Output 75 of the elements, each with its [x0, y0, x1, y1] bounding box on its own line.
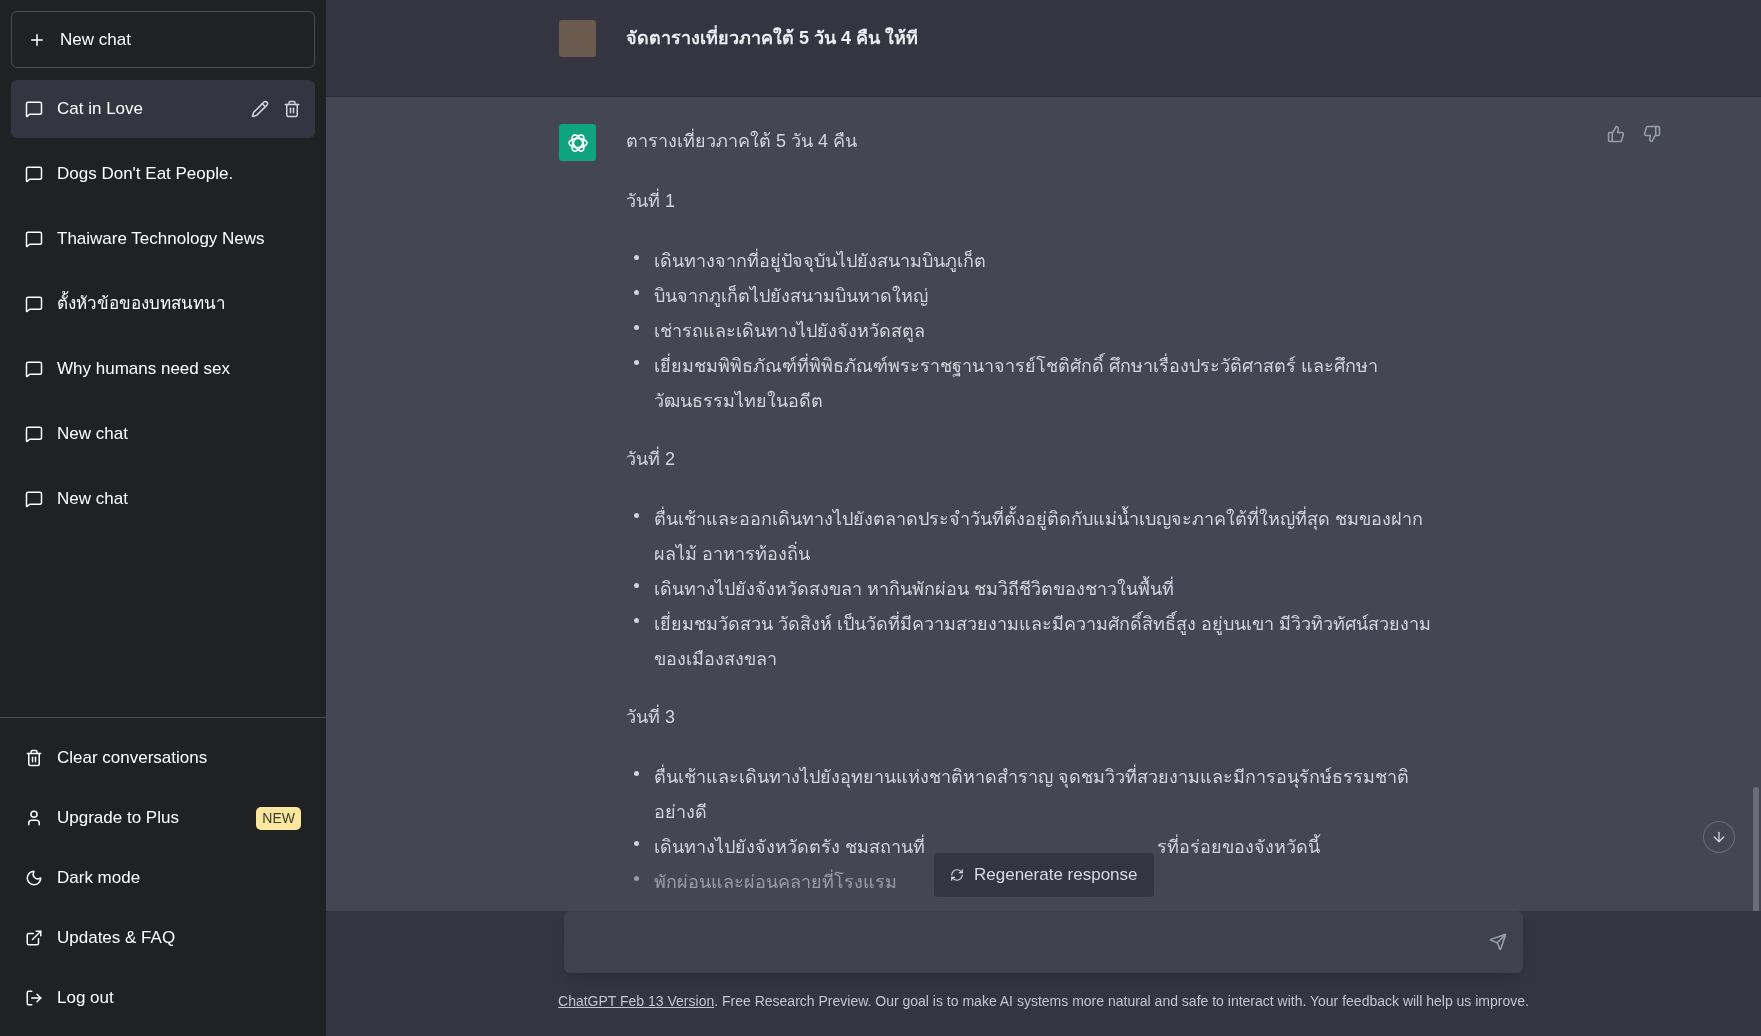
- conversation-item[interactable]: Cat in Love: [11, 80, 315, 138]
- day-heading: วันที่ 3: [626, 700, 1434, 735]
- list-item-text: เดินทางไปยังจังหวัดตรัง ชมสถานที่: [654, 830, 925, 865]
- trash-icon: [25, 749, 43, 767]
- sidebar-menu-item[interactable]: Clear conversations: [11, 728, 315, 788]
- bullet-icon: [634, 583, 639, 588]
- sidebar-menu-item[interactable]: Dark mode: [11, 848, 315, 908]
- menu-label: Clear conversations: [57, 747, 209, 770]
- chat-bubble-icon: [25, 165, 43, 183]
- conversation-item[interactable]: Dogs Don't Eat People.: [11, 145, 315, 203]
- menu-label: Dark mode: [57, 867, 142, 890]
- list-item-text: ตื่นเช้าและออกเดินทางไปยังตลาดประจำวันที่ตั้งอยู่ติดกับแม่น้ำเบญจะภาคใต้ที่ใหญ่ที่สุด ชมของฝาก ผลไม้ อาหารท้องถิ่น: [654, 502, 1434, 572]
- send-icon[interactable]: [1489, 933, 1507, 951]
- edit-icon[interactable]: [251, 100, 269, 118]
- bullet-icon: [634, 513, 639, 518]
- list-item-text: พักผ่อนและผ่อนคลายที่โรงแรม: [654, 865, 897, 900]
- menu-label: Upgrade to Plus: [57, 807, 180, 830]
- conversation-item[interactable]: ตั้งหัวข้อของบทสนทนา: [11, 275, 315, 333]
- day-heading: วันที่ 2: [626, 442, 1434, 477]
- bullet-icon: [634, 290, 639, 295]
- moon-icon: [25, 869, 43, 887]
- conversation-title: Dogs Don't Eat People.: [57, 163, 235, 186]
- footer-disclaimer: ChatGPT Feb 13 Version. Free Research Preview. Our goal is to make AI systems more natural and safe to interact with. Your feedback will help us improve.: [558, 992, 1529, 1011]
- user-icon: [25, 809, 43, 827]
- bullet-icon: [634, 255, 639, 260]
- response-title: ตารางเที่ยวภาคใต้ 5 วัน 4 คืน: [626, 124, 1434, 159]
- sidebar-menu-item[interactable]: Upgrade to Plus NEW: [11, 788, 315, 848]
- conversation-title: Thaiware Technology News: [57, 228, 266, 251]
- bullet-icon: [634, 618, 639, 623]
- list-item-text: ตื่นเช้าและเดินทางไปยังอุทยานแห่งชาติหาดสำราญ จุดชมวิวที่สวยงามและมีการอนุรักษ์ธรรมชาติอย่างดี: [654, 760, 1434, 830]
- list-item-text: เยี่ยมชมวัดสวน วัดสิงห์ เป็นวัดที่มีความสวยงามและมีความศักดิ์สิทธิ์สูง อยู่บนเขา มีวิวทิวทัศน์สวยงามของเมืองสงขลา: [654, 607, 1434, 677]
- chat-bubble-icon: [25, 490, 43, 508]
- refresh-icon: [950, 868, 964, 882]
- trash-icon[interactable]: [283, 100, 301, 118]
- user-message: จัดตารางเที่ยวภาคใต้ 5 วัน 4 คืน ให้ที: [626, 24, 919, 50]
- list-item-text: รที่อร่อยของจังหวัดนี้: [1157, 830, 1320, 865]
- thumbs-down-icon[interactable]: [1643, 125, 1661, 143]
- regenerate-button[interactable]: Regenerate response: [933, 852, 1155, 898]
- bullet-icon: [634, 771, 639, 776]
- conversation-item[interactable]: Why humans need sex: [11, 340, 315, 398]
- conversation-title: Why humans need sex: [57, 358, 231, 381]
- list-item-text: เดินทางจากที่อยู่ปัจจุบันไปยังสนามบินภูเก็ต: [654, 244, 986, 279]
- bullet-icon: [634, 325, 639, 330]
- sidebar-menu-item[interactable]: Log out: [11, 968, 315, 1028]
- bullet-icon: [634, 841, 639, 846]
- assistant-logo-icon: [559, 124, 596, 161]
- conversation-title: ตั้งหัวข้อของบทสนทนา: [57, 291, 301, 317]
- conversation-title: Cat in Love: [57, 98, 144, 121]
- bullet-icon: [634, 360, 639, 365]
- sidebar-menu-item[interactable]: Updates & FAQ: [11, 908, 315, 968]
- logout-icon: [25, 989, 43, 1007]
- conversation-title: New chat: [57, 488, 129, 511]
- chat-bubble-icon: [25, 295, 43, 313]
- chat-bubble-icon: [25, 360, 43, 378]
- menu-label: Updates & FAQ: [57, 927, 177, 950]
- conversation-item[interactable]: New chat: [11, 405, 315, 463]
- list-item-text: เยี่ยมชมพิพิธภัณฑ์ที่พิพิธภัณฑ์พระราชฐานาจารย์โชติศักดิ์ ศึกษาเรื่องประวัติศาสตร์ และศึกษาวัฒนธรรมไทยในอดีต: [654, 349, 1434, 419]
- conversation-item[interactable]: New chat: [11, 470, 315, 528]
- list-item-text: เช่ารถและเดินทางไปยังจังหวัดสตูล: [654, 320, 925, 344]
- menu-label: Log out: [57, 987, 115, 1010]
- bullet-icon: [634, 876, 639, 881]
- thumbs-up-icon[interactable]: [1607, 125, 1625, 143]
- conversation-item[interactable]: Thaiware Technology News: [11, 210, 315, 268]
- new-chat-button[interactable]: New chat: [11, 11, 315, 68]
- list-item-text: บินจากภูเก็ตไปยังสนามบินหาดใหญ่: [654, 284, 928, 309]
- day-heading: วันที่ 1: [626, 184, 1434, 219]
- external-link-icon: [25, 929, 43, 947]
- chat-bubble-icon: [25, 100, 43, 118]
- conversation-title: New chat: [57, 423, 129, 446]
- list-item-text: เดินทางไปยังจังหวัดสงขลา หากินพักผ่อน ชมวิถีชีวิตของชาวในพื้นที่: [654, 572, 1174, 607]
- chat-bubble-icon: [25, 425, 43, 443]
- user-avatar-photo-placeholder: [559, 19, 596, 57]
- new-badge: NEW: [256, 806, 301, 830]
- message-input[interactable]: [564, 911, 1523, 973]
- chat-bubble-icon: [25, 230, 43, 248]
